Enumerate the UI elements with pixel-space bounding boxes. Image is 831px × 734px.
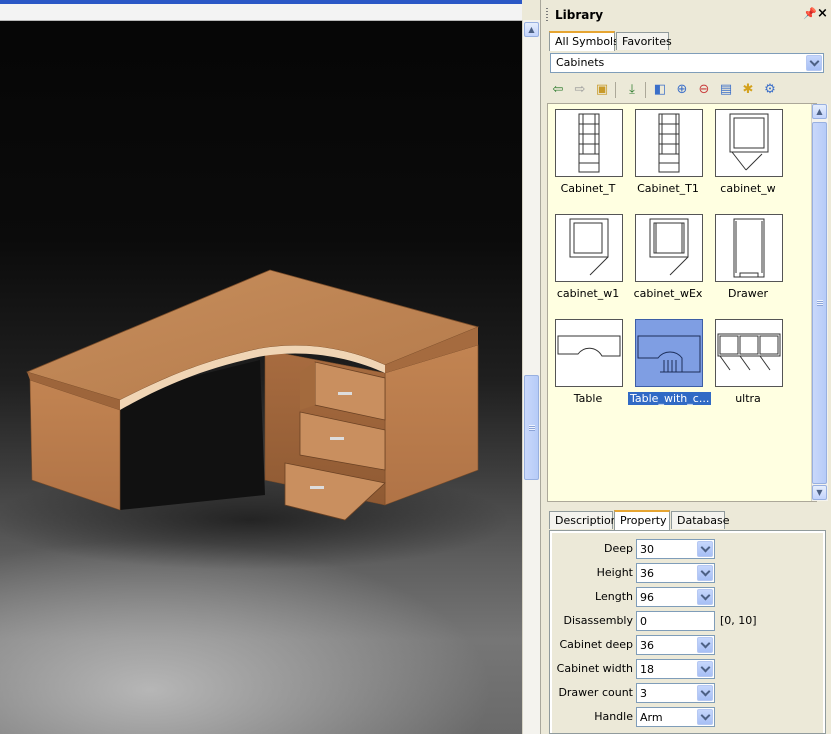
symbol-label: Cabinet_T	[560, 182, 616, 195]
property-row-handle: Handle Arm	[552, 706, 823, 728]
tab-all-symbols[interactable]: All Symbols	[549, 31, 619, 51]
cabinet-deep-select[interactable]: 36	[636, 635, 715, 655]
library-titlebar: Library 📌 ×	[541, 4, 831, 26]
library-title: Library	[555, 8, 604, 22]
chevron-down-icon[interactable]	[697, 685, 713, 701]
viewport-scroll-thumb[interactable]	[524, 375, 539, 480]
property-label: Disassembly	[563, 614, 634, 627]
add-symbol-icon[interactable]: ⊕	[673, 81, 691, 99]
drawer-count-select[interactable]: 3	[636, 683, 715, 703]
chevron-down-icon[interactable]	[697, 709, 713, 725]
cabinet-w1-thumbnail	[555, 214, 623, 282]
chevron-down-icon[interactable]	[697, 541, 713, 557]
forward-arrow-icon[interactable]: ⇨	[571, 81, 589, 99]
symbol-label: Table_with_c...	[628, 392, 712, 405]
3d-viewport[interactable]	[0, 0, 522, 734]
symbol-table[interactable]: Table	[548, 316, 628, 416]
property-label: Height	[596, 566, 633, 579]
chevron-down-icon[interactable]	[697, 637, 713, 653]
property-label: Drawer count	[558, 686, 633, 699]
table-with-cabinet-thumbnail	[635, 319, 703, 387]
symbol-ultra[interactable]: ultra	[708, 316, 788, 416]
symbol-label: Drawer	[727, 287, 769, 300]
disassembly-input[interactable]: 0	[636, 611, 715, 631]
cabinet-w-thumbnail	[715, 109, 783, 177]
back-arrow-icon[interactable]: ⇦	[549, 81, 567, 99]
folder-home-icon[interactable]: ▣	[593, 81, 611, 99]
symbol-cabinet-t1[interactable]: Cabinet_T1	[628, 106, 708, 206]
pin-icon[interactable]: 📌	[803, 7, 817, 20]
star-symbol-icon[interactable]: ✱	[739, 81, 757, 99]
lock-symbol-icon[interactable]: ▤	[717, 81, 735, 99]
property-row-drawer-count: Drawer count 3	[552, 682, 823, 704]
category-value: Cabinets	[556, 56, 605, 69]
symbol-cabinet-t[interactable]: Cabinet_T	[548, 106, 628, 206]
close-icon[interactable]: ×	[817, 6, 828, 21]
scroll-down-icon[interactable]: ▼	[812, 485, 827, 500]
cabinet-t-thumbnail	[555, 109, 623, 177]
symbol-grid-scrollbar[interactable]: ▲ ▼	[811, 104, 828, 501]
settings-symbol-icon[interactable]: ⚙	[761, 81, 779, 99]
symbol-label: Cabinet_T1	[637, 182, 699, 195]
scroll-up-icon[interactable]: ▲	[524, 22, 539, 37]
property-grid: Deep 30 Height 36 Length 96 Disassembly …	[549, 530, 826, 734]
add-folder-icon[interactable]: ◧	[651, 81, 669, 99]
library-panel: Library 📌 × All Symbols Favorites Cabine…	[540, 0, 831, 734]
symbol-label: cabinet_w1	[556, 287, 620, 300]
symbol-label: Table	[573, 392, 603, 405]
property-label: Cabinet width	[556, 662, 633, 675]
property-row-cabinet-width: Cabinet width 18	[552, 658, 823, 680]
property-row-height: Height 36	[552, 562, 823, 584]
cabinet-t1-thumbnail	[635, 109, 703, 177]
tab-database[interactable]: Database	[671, 511, 730, 529]
property-row-deep: Deep 30	[552, 538, 823, 560]
property-row-length: Length 96	[552, 586, 823, 608]
tab-description[interactable]: Description	[549, 511, 618, 529]
cabinet-wex-thumbnail	[635, 214, 703, 282]
disassembly-range: [0, 10]	[720, 614, 757, 627]
tab-property[interactable]: Property	[614, 510, 670, 530]
property-label: Handle	[594, 710, 633, 723]
length-select[interactable]: 96	[636, 587, 715, 607]
symbol-label: ultra	[735, 392, 761, 405]
drag-grip-icon[interactable]	[546, 8, 548, 22]
chevron-down-icon[interactable]	[697, 589, 713, 605]
drawer-thumbnail	[715, 214, 783, 282]
scroll-up-icon[interactable]: ▲	[812, 104, 827, 119]
property-label: Deep	[604, 542, 633, 555]
height-select[interactable]: 36	[636, 563, 715, 583]
ultra-thumbnail	[715, 319, 783, 387]
symbol-cabinet-wex[interactable]: cabinet_wEx	[628, 211, 708, 311]
import-icon[interactable]: ⤓	[623, 81, 641, 99]
symbol-cabinet-w[interactable]: cabinet_w	[708, 106, 788, 206]
property-row-cabinet-deep: Cabinet deep 36	[552, 634, 823, 656]
symbol-grid: Cabinet_T Cabinet_T1 cabinet_w cabinet_w…	[547, 103, 817, 502]
chevron-down-icon[interactable]	[697, 565, 713, 581]
property-row-disassembly: Disassembly 0 [0, 10]	[552, 610, 823, 632]
chevron-down-icon[interactable]	[697, 661, 713, 677]
remove-symbol-icon[interactable]: ⊖	[695, 81, 713, 99]
deep-select[interactable]: 30	[636, 539, 715, 559]
handle-select[interactable]: Arm	[636, 707, 715, 727]
property-label: Cabinet deep	[559, 638, 633, 651]
desk-right-side	[384, 344, 479, 506]
property-label: Length	[595, 590, 633, 603]
symbol-label: cabinet_wEx	[633, 287, 703, 300]
symbol-label: cabinet_w	[720, 182, 776, 195]
table-thumbnail	[555, 319, 623, 387]
category-select[interactable]: Cabinets	[550, 53, 824, 73]
symbol-grid-scroll-thumb[interactable]	[812, 122, 827, 484]
chevron-down-icon[interactable]	[806, 55, 822, 71]
symbol-table-with-cabinet[interactable]: Table_with_c...	[628, 316, 712, 416]
viewport-scrollbar[interactable]: ▲	[522, 20, 540, 734]
desk-render	[0, 269, 510, 570]
symbol-cabinet-w1[interactable]: cabinet_w1	[548, 211, 628, 311]
symbol-drawer[interactable]: Drawer	[708, 211, 788, 311]
cabinet-width-select[interactable]: 18	[636, 659, 715, 679]
library-toolbar: ⇦ ⇨ ▣ ⤓ ◧ ⊕ ⊖ ▤ ✱ ⚙	[549, 80, 824, 100]
tab-favorites[interactable]: Favorites	[616, 32, 672, 50]
